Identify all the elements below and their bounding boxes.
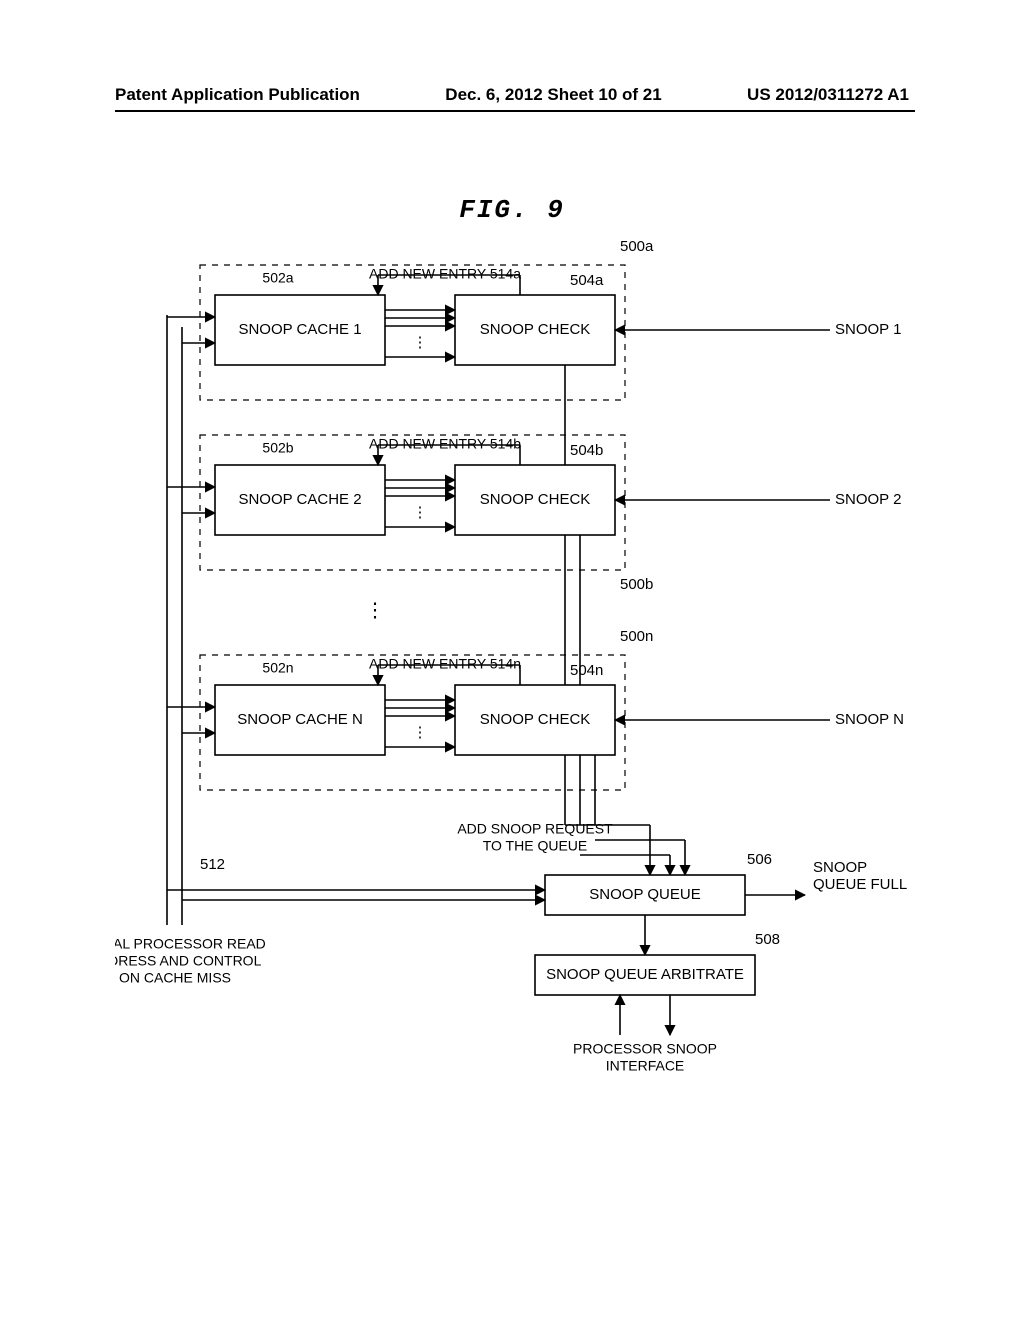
snoop-arbitrate: SNOOP QUEUE ARBITRATE [546, 966, 744, 983]
diagram: 500a SNOOP CACHE 1 502a SNOOP CHECK 504a… [115, 235, 915, 1145]
ref-500b: 500b [620, 576, 653, 593]
svg-text:⋮: ⋮ [413, 504, 428, 521]
snoop-1-label: SNOOP 1 [835, 321, 901, 338]
ref-502b: 502b [262, 440, 293, 456]
add-entry-n: ADD NEW ENTRY 514n [369, 656, 521, 672]
queue-full-2: QUEUE FULL [813, 876, 907, 893]
snoop-cache-1: SNOOP CACHE 1 [238, 321, 361, 338]
figure-title: FIG. 9 [0, 195, 1024, 225]
add-entry-a: ADD NEW ENTRY 514a [369, 266, 521, 282]
snoop-check-n: SNOOP CHECK [480, 711, 591, 728]
ref-502n: 502n [262, 660, 293, 676]
local-read-1: LOCAL PROCESSOR READ [115, 936, 266, 952]
snoop-cache-2: SNOOP CACHE 2 [238, 491, 361, 508]
snoop-check-a: SNOOP CHECK [480, 321, 591, 338]
header-left: Patent Application Publication [115, 85, 360, 105]
add-entry-b: ADD NEW ENTRY 514b [369, 436, 521, 452]
add-snoop-req-2: TO THE QUEUE [483, 838, 588, 854]
ref-506: 506 [747, 851, 772, 868]
ref-504b: 504b [570, 442, 603, 459]
snoop-cache-n: SNOOP CACHE N [237, 711, 363, 728]
ref-512: 512 [200, 856, 225, 873]
snoop-n-label: SNOOP N [835, 711, 904, 728]
interface-2: INTERFACE [606, 1058, 685, 1074]
svg-text:⋮: ⋮ [413, 334, 428, 351]
ref-504n: 504n [570, 662, 603, 679]
add-snoop-req-1: ADD SNOOP REQUEST [457, 821, 613, 837]
snoop-queue: SNOOP QUEUE [589, 886, 700, 903]
ref-504a: 504a [570, 272, 604, 289]
ref-500a: 500a [620, 238, 654, 255]
svg-text:⋮: ⋮ [413, 724, 428, 741]
snoop-2-label: SNOOP 2 [835, 491, 901, 508]
ref-500n: 500n [620, 628, 653, 645]
ref-508: 508 [755, 931, 780, 948]
ref-502a: 502a [262, 270, 293, 286]
queue-full-1: SNOOP [813, 859, 867, 876]
svg-text:⋮: ⋮ [365, 599, 385, 621]
interface-1: PROCESSOR SNOOP [573, 1041, 717, 1057]
header-center: Dec. 6, 2012 Sheet 10 of 21 [445, 85, 661, 105]
header-right: US 2012/0311272 A1 [747, 85, 909, 105]
snoop-check-b: SNOOP CHECK [480, 491, 591, 508]
local-read-3: ON CACHE MISS [119, 970, 231, 986]
local-read-2: ADDRESS AND CONTROL [115, 953, 262, 969]
